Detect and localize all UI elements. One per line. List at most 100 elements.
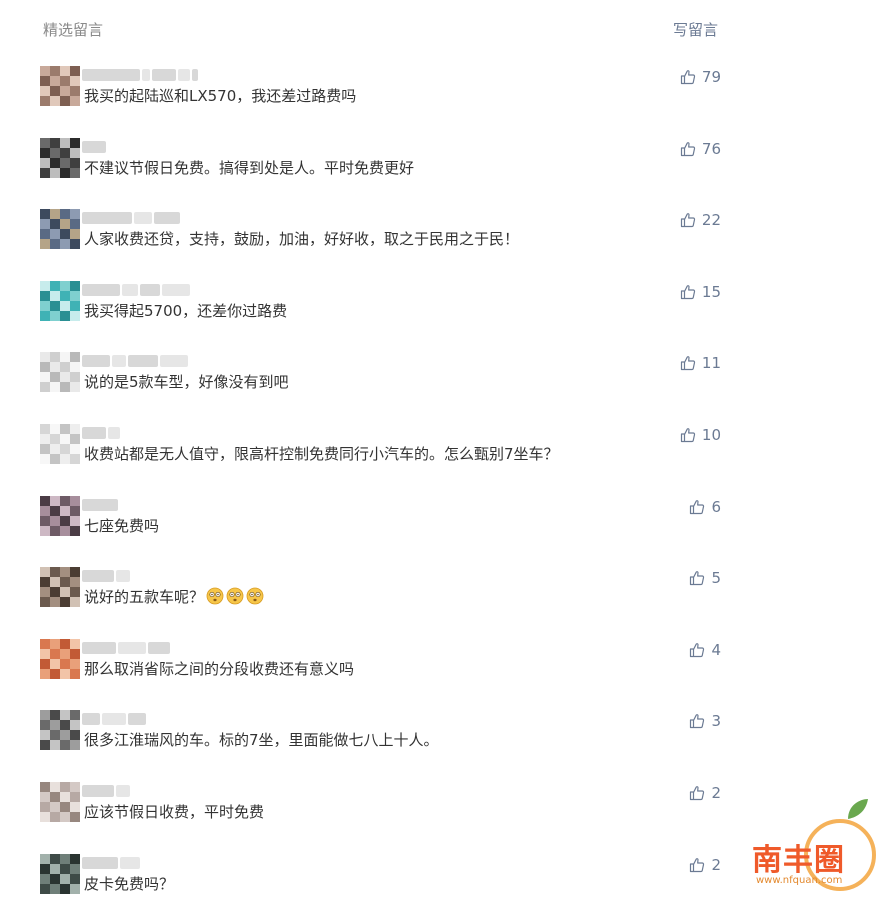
avatar-pixel (40, 96, 50, 106)
avatar-pixel (50, 884, 60, 894)
avatar-pixel (70, 740, 80, 750)
avatar[interactable] (40, 710, 80, 750)
nickname-blur-block (102, 713, 126, 725)
comment-text: 我买的起陆巡和LX570，我还差过路费吗 (84, 85, 356, 106)
avatar-pixel (40, 76, 50, 86)
like-button[interactable]: 5 (689, 569, 721, 587)
thumbs-up-icon (680, 212, 696, 228)
like-count: 76 (701, 140, 721, 158)
avatar-pixel (40, 516, 50, 526)
like-button[interactable]: 6 (689, 498, 721, 516)
comment-text: 皮卡免费吗？ (84, 873, 174, 894)
avatar[interactable] (40, 352, 80, 392)
nickname-blur-block (116, 785, 130, 797)
avatar-pixel (70, 372, 80, 382)
comment-text-content: 七座免费吗 (84, 517, 160, 535)
avatar-pixel (70, 382, 80, 392)
avatar-pixel (60, 659, 70, 669)
nickname-blur-block (128, 713, 146, 725)
like-button[interactable]: 2 (689, 784, 721, 802)
avatar-pixel (50, 424, 60, 434)
nickname-blur-block (108, 427, 120, 439)
watermark: 南丰圈 www.nfquan.com (752, 795, 882, 895)
avatar[interactable] (40, 567, 80, 607)
avatar-pixel (60, 352, 70, 362)
avatar-pixel (40, 659, 50, 669)
avatar-pixel (40, 639, 50, 649)
avatar-pixel (70, 884, 80, 894)
like-button[interactable]: 76 (680, 140, 721, 158)
avatar-pixel (50, 506, 60, 516)
nickname-blur-block (82, 570, 114, 582)
avatar-pixel (40, 506, 50, 516)
like-button[interactable]: 3 (689, 712, 721, 730)
avatar-pixel (40, 138, 50, 148)
avatar-pixel (50, 66, 60, 76)
comment-item: 我买得起5700，还差你过路费 15 (0, 281, 884, 345)
like-button[interactable]: 2 (689, 856, 721, 874)
nickname-blur-block (148, 642, 170, 654)
avatar-pixel (40, 281, 50, 291)
avatar-pixel (40, 740, 50, 750)
comment-text-content: 很多江淮瑞风的车。标的7坐，里面能做七八上十人。 (84, 731, 439, 749)
watermark-url: www.nfquan.com (756, 875, 843, 886)
avatar[interactable] (40, 209, 80, 249)
comment-text-content: 那么取消省际之间的分段收费还有意义吗 (84, 660, 355, 678)
avatar-pixel (50, 239, 60, 249)
like-button[interactable]: 10 (680, 426, 721, 444)
avatar-pixel (60, 372, 70, 382)
like-count: 2 (711, 784, 721, 802)
like-button[interactable]: 22 (680, 211, 721, 229)
avatar[interactable] (40, 281, 80, 321)
blurred-nickname (82, 785, 212, 797)
avatar-pixel (50, 720, 60, 730)
avatar-pixel (70, 659, 80, 669)
avatar[interactable] (40, 424, 80, 464)
like-button[interactable]: 79 (680, 68, 721, 86)
comment-item: 那么取消省际之间的分段收费还有意义吗 4 (0, 639, 884, 703)
blurred-nickname (82, 642, 212, 654)
avatar[interactable] (40, 639, 80, 679)
avatar-pixel (50, 730, 60, 740)
like-count: 4 (711, 641, 721, 659)
avatar[interactable] (40, 138, 80, 178)
avatar-pixel (60, 792, 70, 802)
dizzy-face-icon (224, 587, 244, 606)
avatar-pixel (60, 516, 70, 526)
write-comment-link[interactable]: 写留言 (673, 19, 718, 40)
nickname-blur-block (82, 212, 132, 224)
avatar-pixel (40, 782, 50, 792)
avatar-pixel (40, 649, 50, 659)
nickname-blur-block (82, 427, 106, 439)
avatar[interactable] (40, 854, 80, 894)
avatar-pixel (40, 168, 50, 178)
nickname-blur-block (82, 857, 118, 869)
avatar-pixel (70, 239, 80, 249)
nickname-blur-block (82, 141, 106, 153)
thumbs-up-icon (680, 69, 696, 85)
comment-text: 不建议节假日免费。搞得到处是人。平时免费更好 (84, 157, 414, 178)
avatar[interactable] (40, 496, 80, 536)
like-button[interactable]: 11 (680, 354, 721, 372)
comment-text: 那么取消省际之间的分段收费还有意义吗 (84, 658, 354, 679)
comment-text: 说的是5款车型，好像没有到吧 (84, 371, 289, 392)
avatar-pixel (70, 168, 80, 178)
avatar-pixel (60, 76, 70, 86)
nickname-blur-block (120, 857, 140, 869)
nickname-blur-block (122, 284, 138, 296)
like-button[interactable]: 15 (680, 283, 721, 301)
avatar-pixel (40, 526, 50, 536)
avatar[interactable] (40, 66, 80, 106)
comment-text: 说好的五款车呢？ (84, 586, 264, 607)
thumbs-up-icon (680, 355, 696, 371)
avatar-pixel (60, 639, 70, 649)
avatar-pixel (70, 424, 80, 434)
avatar-pixel (40, 301, 50, 311)
avatar-pixel (40, 424, 50, 434)
avatar-pixel (50, 812, 60, 822)
avatar-pixel (40, 148, 50, 158)
avatar-pixel (70, 802, 80, 812)
avatar[interactable] (40, 782, 80, 822)
comment-text-content: 收费站都是无人值守，限高杆控制免费同行小汽车的。怎么甄别7坐车？ (84, 445, 559, 463)
like-button[interactable]: 4 (689, 641, 721, 659)
